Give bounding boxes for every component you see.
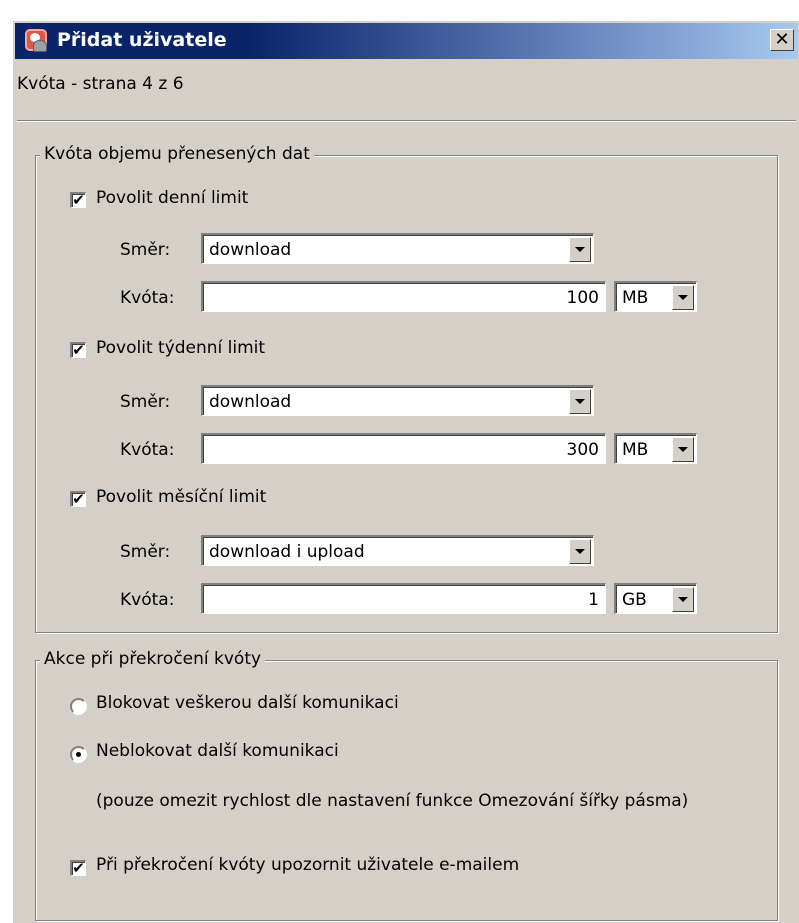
weekly-unit-value: MB <box>622 440 649 460</box>
monthly-direction-select[interactable]: download i upload <box>201 535 594 566</box>
window-title: Přidat uživatele <box>57 29 227 51</box>
title-bar[interactable]: Přidat uživatele ✕ <box>15 23 798 59</box>
daily-quota-input[interactable]: 100 <box>201 281 606 312</box>
daily-limit-label[interactable]: Povolit denní limit <box>96 188 248 208</box>
weekly-quota-input[interactable]: 300 <box>201 433 606 464</box>
monthly-unit-value: GB <box>622 590 647 610</box>
noblock-communication-radio[interactable] <box>70 746 87 763</box>
wizard-header: Kvóta - strana 4 z 6 <box>13 60 799 120</box>
exceed-action-group: Akce při překročení kvóty Blokovat veške… <box>35 649 778 921</box>
monthly-quota-value: 1 <box>588 590 599 610</box>
weekly-limit-label[interactable]: Povolit týdenní limit <box>96 338 265 358</box>
weekly-direction-select[interactable]: download <box>201 385 594 416</box>
monthly-limit-checkbox[interactable]: ✔ <box>70 491 86 507</box>
monthly-limit-label[interactable]: Povolit měsíční limit <box>96 487 266 507</box>
daily-quota-label: Kvóta: <box>120 288 175 308</box>
monthly-quota-input[interactable]: 1 <box>201 583 606 614</box>
weekly-direction-value: download <box>209 392 292 412</box>
chevron-down-icon[interactable] <box>672 437 694 462</box>
chevron-down-icon[interactable] <box>569 237 591 262</box>
page-indicator: Kvóta - strana 4 z 6 <box>17 74 184 94</box>
chevron-down-icon[interactable] <box>569 539 591 564</box>
monthly-direction-label: Směr: <box>120 542 171 562</box>
email-notify-label[interactable]: Při překročení kvóty upozornit uživatele… <box>96 855 519 875</box>
chevron-down-icon[interactable] <box>672 285 694 310</box>
daily-quota-value: 100 <box>566 288 599 308</box>
daily-direction-label: Směr: <box>120 240 171 260</box>
weekly-direction-label: Směr: <box>120 392 171 412</box>
monthly-direction-value: download i upload <box>209 542 365 562</box>
daily-limit-checkbox[interactable]: ✔ <box>70 192 86 208</box>
daily-direction-value: download <box>209 240 292 260</box>
transfer-quota-legend: Kvóta objemu přenesených dat <box>40 144 314 164</box>
block-communication-radio[interactable] <box>70 698 87 715</box>
chevron-down-icon[interactable] <box>569 389 591 414</box>
weekly-limit-checkbox[interactable]: ✔ <box>70 342 86 358</box>
block-communication-label[interactable]: Blokovat veškerou další komunikaci <box>96 693 399 713</box>
daily-direction-select[interactable]: download <box>201 233 594 264</box>
chevron-down-icon[interactable] <box>672 587 694 612</box>
user-add-icon <box>25 29 47 52</box>
dialog-window: Přidat uživatele ✕ Kvóta - strana 4 z 6 … <box>12 20 799 923</box>
noblock-communication-label[interactable]: Neblokovat další komunikaci <box>96 741 339 761</box>
weekly-quota-label: Kvóta: <box>120 440 175 460</box>
exceed-action-legend: Akce při překročení kvóty <box>40 649 266 669</box>
weekly-quota-value: 300 <box>566 440 599 460</box>
transfer-quota-group: Kvóta objemu přenesených dat ✔ Povolit d… <box>35 144 778 633</box>
header-divider <box>17 120 796 122</box>
bandwidth-note: (pouze omezit rychlost dle nastavení fun… <box>96 791 689 811</box>
daily-unit-select[interactable]: MB <box>614 281 697 312</box>
monthly-unit-select[interactable]: GB <box>614 583 697 614</box>
daily-unit-value: MB <box>622 288 649 308</box>
email-notify-checkbox[interactable]: ✔ <box>70 860 86 876</box>
close-button[interactable]: ✕ <box>770 29 794 51</box>
monthly-quota-label: Kvóta: <box>120 590 175 610</box>
weekly-unit-select[interactable]: MB <box>614 433 697 464</box>
